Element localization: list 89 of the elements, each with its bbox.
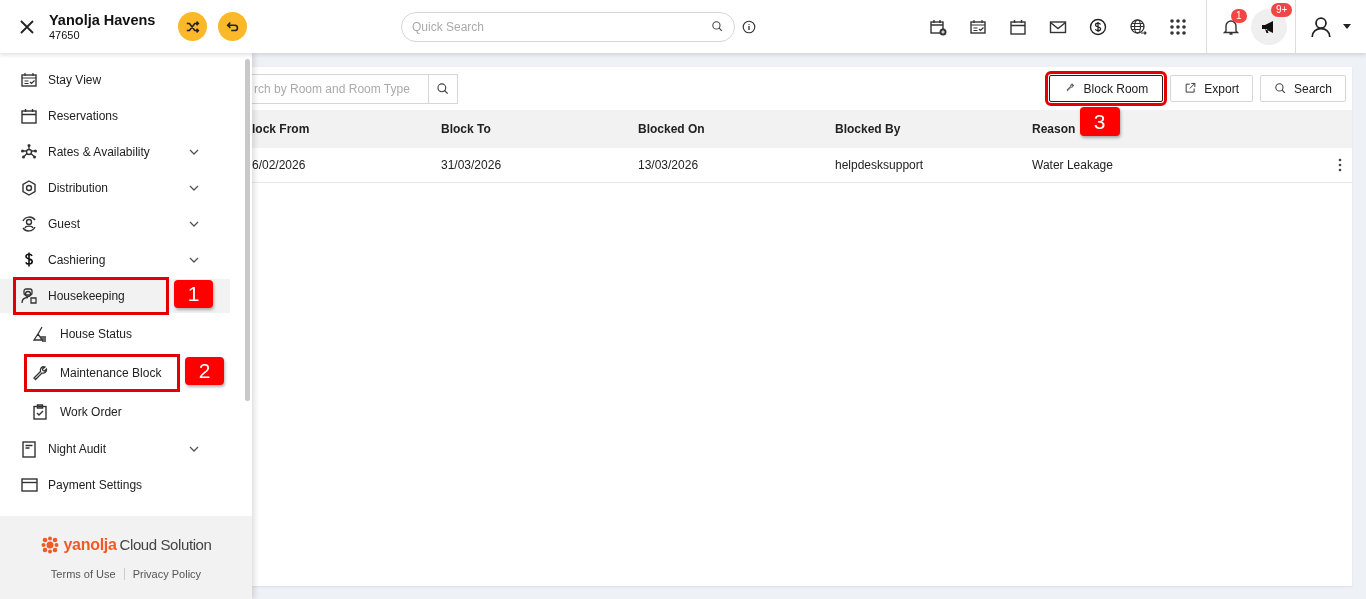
menu-item[interactable]: Stay View [0, 63, 230, 97]
column-header: Blocked By [835, 110, 1032, 148]
submenu-label: Work Order [60, 404, 122, 419]
calendar-check-icon [20, 71, 38, 89]
menu-label: Guest [48, 217, 80, 231]
search-button[interactable]: Search [1259, 75, 1346, 102]
calendar-icon [20, 107, 38, 125]
callout-number: 1 [174, 280, 213, 308]
property-code: 47650 [49, 29, 81, 41]
announcement-count: 9+ [1271, 2, 1293, 17]
search-icon [711, 19, 724, 33]
menu-label: Payment Settings [48, 478, 143, 492]
menu-label: Cashiering [48, 253, 106, 267]
menu-label: Rates & Availability [48, 145, 150, 159]
table-cell: helpdesksupport [835, 148, 1032, 183]
submenu-item[interactable]: Maintenance Block 2 [0, 354, 230, 391]
scrollbar[interactable] [245, 59, 250, 401]
menu-item[interactable]: Housekeeping 1 [0, 279, 230, 313]
broom-icon [31, 324, 49, 343]
room-search-field[interactable]: rch by Room and Room Type [252, 73, 429, 104]
quick-search-field[interactable]: Quick Search [401, 11, 735, 42]
menu-label: Night Audit [48, 442, 107, 456]
submenu-item[interactable]: House Status [0, 315, 230, 352]
info-icon [741, 18, 757, 35]
table-cell: 6/02/2026 [252, 148, 441, 183]
submenu-label: Maintenance Block [60, 365, 162, 380]
user-menu-button[interactable] [1310, 15, 1352, 38]
footer-link[interactable]: Privacy Policy [123, 567, 210, 580]
export-button[interactable]: Export [1170, 75, 1253, 102]
clipboard-check-icon [31, 402, 49, 421]
chevron-down-icon [188, 219, 200, 229]
search-icon [436, 81, 450, 96]
menu-item[interactable]: Cashiering [0, 243, 230, 277]
bell-icon [1222, 17, 1240, 36]
dollar-icon [1089, 17, 1107, 36]
menu-item[interactable]: Night Audit [0, 432, 230, 466]
export-icon [1184, 82, 1198, 95]
search-icon [1273, 82, 1287, 95]
column-header: lock From [252, 110, 441, 148]
footer-link[interactable]: Terms of Use [42, 567, 124, 580]
menu-item[interactable]: Distribution [0, 171, 230, 205]
more-icon [1338, 158, 1342, 172]
menu-label: Reservations [48, 109, 119, 123]
row-menu-button[interactable] [1338, 158, 1342, 172]
chevron-down-icon [188, 147, 200, 157]
wrench-icon [31, 363, 49, 382]
network-icon [20, 143, 38, 161]
shuffle-icon [184, 18, 201, 35]
document-icon [20, 440, 38, 458]
calendar-check-icon [969, 17, 987, 36]
apps-icon [1169, 17, 1187, 36]
menu-item[interactable]: Reservations [0, 99, 230, 133]
close-icon [18, 17, 36, 36]
card-icon [20, 476, 38, 494]
calendar-plus-icon [929, 17, 947, 36]
column-header: Blocked On [638, 110, 835, 148]
search-button[interactable] [429, 73, 458, 104]
menu-label: Distribution [48, 181, 109, 195]
table-cell: 13/03/2026 [638, 148, 835, 183]
callout-number: 2 [185, 356, 224, 385]
undo-button[interactable] [218, 12, 248, 41]
flower-logo-icon [40, 535, 61, 554]
submenu-item[interactable]: Work Order [0, 393, 230, 430]
table-cell: 31/03/2026 [441, 148, 638, 183]
menu-label: Housekeeping [48, 289, 125, 303]
person-cart-icon [20, 287, 38, 305]
calendar-icon [1009, 17, 1027, 36]
notification-count: 1 [1231, 8, 1247, 23]
chevron-down-icon [188, 183, 200, 193]
menu-item[interactable]: Rates & Availability [0, 135, 230, 169]
callout-number: 3 [1079, 107, 1120, 136]
chevron-down-icon [188, 255, 200, 265]
close-button[interactable] [18, 17, 36, 36]
table-cell: Water Leakage [1032, 148, 1229, 183]
menu-item[interactable]: Guest [0, 207, 230, 241]
chevron-down-icon [188, 444, 200, 454]
globe-icon [1129, 17, 1147, 36]
hexagon-icon [20, 179, 38, 197]
property-name: Yanolja Havens [49, 12, 156, 28]
logo-brand: yanolja [63, 535, 117, 554]
person-cycle-icon [20, 215, 38, 233]
logo-product: Cloud Solution [119, 536, 212, 553]
menu-item[interactable]: Payment Settings [0, 468, 230, 502]
menu-label: Stay View [48, 73, 102, 87]
submenu-label: House Status [60, 326, 133, 341]
caret-icon [1342, 23, 1352, 30]
shuffle-button[interactable] [178, 12, 208, 41]
column-header: Block To [441, 110, 638, 148]
user-icon [1310, 15, 1332, 38]
